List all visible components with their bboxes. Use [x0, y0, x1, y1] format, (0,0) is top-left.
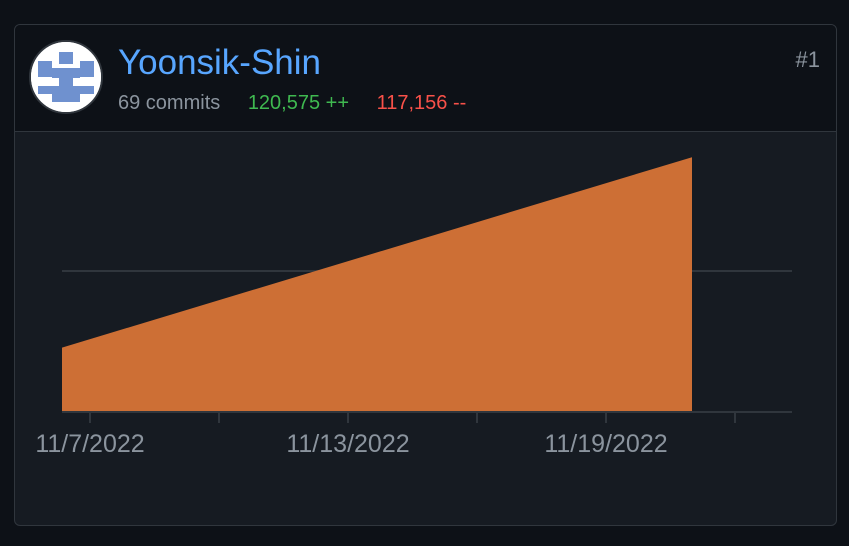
area-series — [62, 157, 692, 412]
x-tick-label: 11/19/2022 — [544, 430, 667, 458]
avatar[interactable] — [29, 40, 103, 114]
card-header: Yoonsik-Shin 69 commits 120,575 ++ 117,1… — [15, 25, 836, 132]
identicon-avatar-icon — [31, 42, 101, 112]
x-tick-label: 11/13/2022 — [286, 430, 409, 458]
author-link[interactable]: Yoonsik-Shin — [118, 45, 321, 80]
contribution-stats: 69 commits 120,575 ++ 117,156 -- — [118, 93, 466, 113]
commit-count-link[interactable]: 69 commits — [118, 92, 220, 114]
rank-badge: #1 — [795, 47, 820, 72]
x-axis-tick-labels: 11/7/2022 11/13/2022 11/19/2022 — [35, 430, 667, 458]
additions-count: 120,575 ++ — [247, 92, 350, 114]
deletions-count: 117,156 -- — [376, 92, 467, 114]
contributor-card: Yoonsik-Shin 69 commits 120,575 ++ 117,1… — [14, 24, 837, 526]
x-axis-ticks — [89, 412, 736, 423]
x-tick-label: 11/7/2022 — [35, 430, 144, 458]
contribution-chart: 11/7/2022 11/13/2022 11/19/2022 — [35, 157, 792, 458]
